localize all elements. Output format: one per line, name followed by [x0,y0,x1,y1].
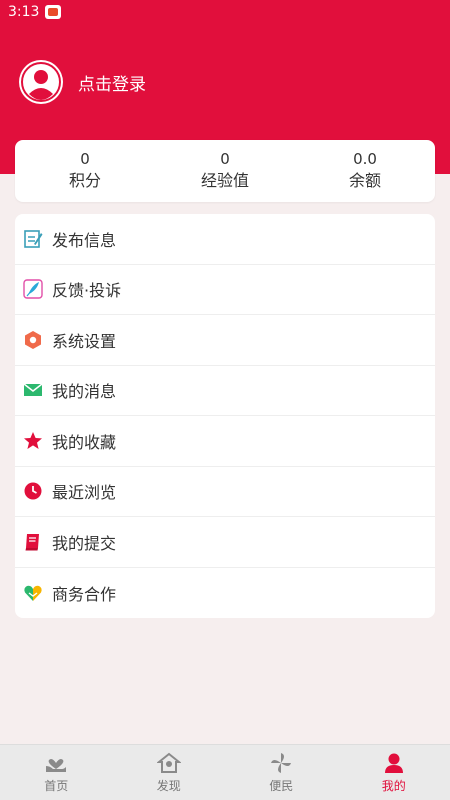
menu-label: 反馈·投诉 [52,281,122,301]
menu-item-favorites[interactable]: 我的收藏 [15,416,435,467]
mail-icon [23,380,43,400]
settings-icon [23,330,43,350]
pinwheel-icon [269,752,293,774]
menu-label: 我的提交 [52,533,117,553]
tab-label: 首页 [44,778,69,793]
house-pin-icon [156,752,181,774]
star-icon [23,431,43,451]
menu-label: 发布信息 [52,230,117,250]
clock-icon [23,481,43,501]
tab-convenience[interactable]: 便民 [225,745,338,800]
stat-balance[interactable]: 0.0 余额 [295,140,435,202]
stats-card: 0 积分 0 经验值 0.0 余额 [15,140,435,202]
heart-hand-icon [44,752,68,774]
book-icon [23,532,43,552]
tab-discover[interactable]: 发现 [113,745,226,800]
feather-icon [23,279,43,299]
stat-points[interactable]: 0 积分 [15,140,155,202]
status-time: 3:13 [8,4,40,20]
handshake-heart-icon [23,583,43,603]
tab-label: 我的 [381,778,406,793]
menu-label: 商务合作 [52,584,117,604]
tab-home[interactable]: 首页 [0,745,113,800]
menu-item-messages[interactable]: 我的消息 [15,366,435,416]
avatar[interactable] [19,60,63,104]
stat-balance-value: 0.0 [353,150,377,168]
stat-experience[interactable]: 0 经验值 [155,140,295,202]
login-link[interactable]: 点击登录 [78,70,146,95]
menu-label: 我的收藏 [52,432,117,452]
stat-experience-label: 经验值 [200,171,249,190]
stat-experience-value: 0 [220,150,230,168]
menu-item-feedback[interactable]: 反馈·投诉 [15,265,435,315]
menu-label: 我的消息 [52,382,117,402]
tab-label: 便民 [269,778,294,793]
menu-item-business[interactable]: 商务合作 [15,568,435,619]
menu-label: 系统设置 [52,331,117,351]
edit-icon [23,229,43,249]
menu-label: 最近浏览 [52,483,117,503]
tab-label: 发现 [156,778,181,793]
menu-item-publish[interactable]: 发布信息 [15,214,435,265]
stat-balance-label: 余额 [348,171,381,190]
tab-mine[interactable]: 我的 [338,745,450,800]
menu-list: 发布信息 反馈·投诉 系统设置 我的消息 我的收藏 最近浏览 我的提交 商务合作 [15,214,435,618]
stat-points-label: 积分 [68,171,101,190]
person-icon [382,752,406,774]
status-bar: 3:13 [0,0,450,24]
app-notification-icon [45,5,62,19]
menu-item-recent[interactable]: 最近浏览 [15,467,435,517]
menu-item-submissions[interactable]: 我的提交 [15,517,435,568]
bottom-tab-bar: 首页 发现 便民 我的 [0,744,450,800]
menu-item-settings[interactable]: 系统设置 [15,315,435,366]
stat-points-value: 0 [80,150,90,168]
